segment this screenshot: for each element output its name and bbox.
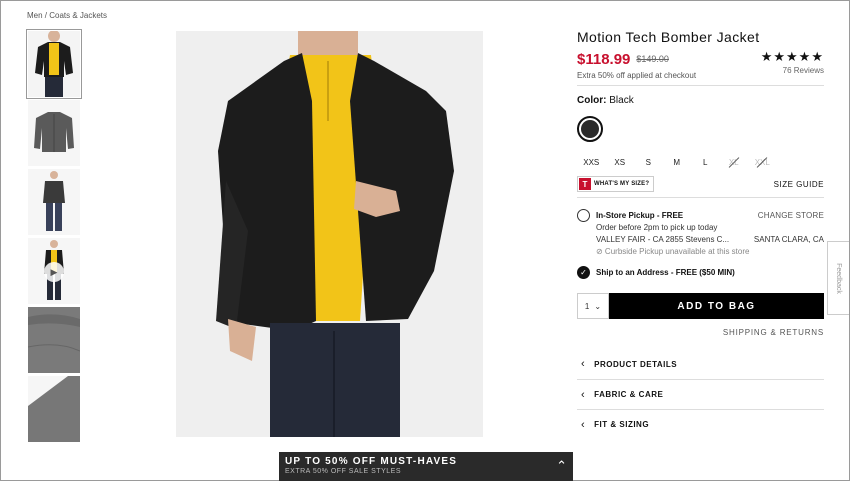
feedback-label: Feedback <box>835 262 842 294</box>
banner-subtitle: EXTRA 50% OFF SALE STYLES <box>285 468 401 475</box>
chevron-up-icon[interactable]: ⌃ <box>556 458 567 474</box>
curbside-note: ⊘ Curbside Pickup unavailable at this st… <box>596 247 750 256</box>
promo-text: Extra 50% off applied at checkout <box>577 71 697 80</box>
original-price: $149.00 <box>636 54 669 64</box>
chevron-left-icon: ‹ <box>581 358 586 370</box>
product-title: Motion Tech Bomber Jacket <box>577 29 760 45</box>
pickup-order-before: Order before 2pm to pick up today <box>596 223 718 232</box>
size-option-m[interactable]: M <box>663 152 692 172</box>
accordion-label: FIT & SIZING <box>594 420 650 429</box>
store-line: VALLEY FAIR - CA 2855 Stevens C... SANTA… <box>596 234 824 246</box>
color-value: Black <box>609 95 634 106</box>
size-guide-link[interactable]: SIZE GUIDE <box>774 180 824 189</box>
color-label-key: Color: <box>577 95 607 106</box>
quantity-select[interactable]: 1 ⌄ <box>577 293 609 319</box>
add-to-bag-button[interactable]: ADD TO BAG <box>609 293 824 319</box>
breadcrumb[interactable]: Men / Coats & Jackets <box>27 11 107 20</box>
ship-title: Ship to an Address - FREE ($50 MIN) <box>596 268 735 277</box>
size-option-xs[interactable]: XS <box>606 152 635 172</box>
thumbnail-full-body[interactable] <box>28 169 80 235</box>
color-label: Color: Black <box>577 95 824 106</box>
sale-price: $118.99 <box>577 51 631 68</box>
accordion-product-details[interactable]: ‹ PRODUCT DETAILS <box>577 349 824 379</box>
truefit-logo-icon: T <box>579 178 591 190</box>
fit-row: T WHAT'S MY SIZE? SIZE GUIDE <box>577 176 824 192</box>
add-to-bag-row: 1 ⌄ ADD TO BAG <box>577 293 824 319</box>
product-info-panel: Motion Tech Bomber Jacket $118.99 $149.00… <box>577 29 824 439</box>
color-swatch-black[interactable] <box>577 116 603 142</box>
thumbnail-detail[interactable] <box>28 376 80 442</box>
pickup-title: In-Store Pickup - FREE <box>596 211 684 220</box>
fulfillment-options: In-Store Pickup - FREE CHANGE STORE Orde… <box>577 209 824 279</box>
play-icon[interactable]: ▶ <box>44 262 64 282</box>
accordion-fabric-care[interactable]: ‹ FABRIC & CARE <box>577 379 824 409</box>
chevron-left-icon: ‹ <box>581 418 586 431</box>
quantity-value: 1 <box>584 301 590 311</box>
chevron-down-icon: ⌄ <box>594 301 602 311</box>
thumbnail-video[interactable]: ▶ <box>28 238 80 304</box>
change-store-link[interactable]: CHANGE STORE <box>758 211 824 220</box>
rating-stars-icon[interactable]: ★★★★★ <box>761 50 824 63</box>
whats-my-size-button[interactable]: T WHAT'S MY SIZE? <box>577 176 655 192</box>
pickup-details: Order before 2pm to pick up today VALLEY… <box>596 222 824 258</box>
price-row: $118.99 $149.00 Extra 50% off applied at … <box>577 50 824 80</box>
promo-banner[interactable]: UP TO 50% OFF MUST-HAVES EXTRA 50% OFF S… <box>279 452 573 481</box>
size-option-s[interactable]: S <box>634 152 663 172</box>
accordion-fit-sizing[interactable]: ‹ FIT & SIZING <box>577 409 824 439</box>
size-option-xxl[interactable]: XXL <box>748 152 777 172</box>
in-store-pickup-option[interactable]: In-Store Pickup - FREE CHANGE STORE <box>577 209 824 222</box>
thumbnail-list: ▶ <box>26 29 82 445</box>
reviews-link[interactable]: 76 Reviews <box>761 66 824 75</box>
divider <box>577 197 824 198</box>
size-option-l[interactable]: L <box>691 152 720 172</box>
feedback-tab[interactable]: Feedback <box>827 241 849 315</box>
size-selector: XXS XS S M L XL XXL <box>577 152 824 172</box>
store-name: VALLEY FAIR - CA 2855 Stevens C... <box>596 235 730 244</box>
divider <box>577 85 824 86</box>
accordion-label: FABRIC & CARE <box>594 390 664 399</box>
ship-to-address-option[interactable]: ✓ Ship to an Address - FREE ($50 MIN) <box>577 266 824 279</box>
thumbnail-fabric[interactable] <box>28 307 80 373</box>
store-city: SANTA CLARA, CA <box>753 235 824 244</box>
size-option-xxs[interactable]: XXS <box>577 152 606 172</box>
thumbnail-front[interactable] <box>26 29 82 99</box>
ship-radio-checked-icon[interactable]: ✓ <box>577 266 590 279</box>
banner-title: UP TO 50% OFF MUST-HAVES <box>285 456 458 467</box>
whats-my-size-label: WHAT'S MY SIZE? <box>594 181 650 187</box>
thumbnail-flat[interactable] <box>28 100 80 166</box>
product-main-image[interactable] <box>176 31 483 437</box>
chevron-left-icon: ‹ <box>581 388 586 401</box>
accordion-label: PRODUCT DETAILS <box>594 359 678 369</box>
pickup-radio[interactable] <box>577 209 590 222</box>
product-accordion: ‹ PRODUCT DETAILS ‹ FABRIC & CARE ‹ FIT … <box>577 349 824 439</box>
size-option-xl[interactable]: XL <box>720 152 749 172</box>
shipping-returns-link[interactable]: SHIPPING & RETURNS <box>577 328 824 337</box>
